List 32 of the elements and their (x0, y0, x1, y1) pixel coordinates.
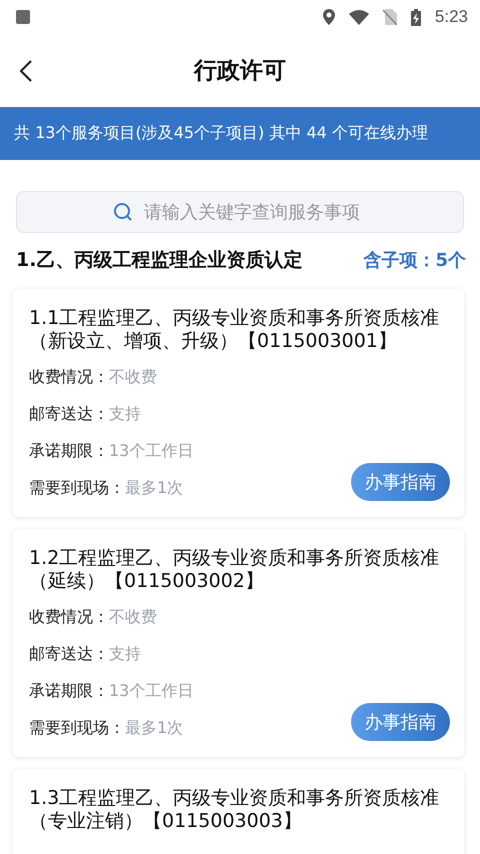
location-icon (322, 9, 335, 25)
field-value: 支持 (109, 404, 141, 425)
field-label: 邮寄送达： (29, 644, 109, 665)
search-field[interactable]: 请输入关键字查询服务事项 (16, 191, 464, 233)
page-title: 行政许可 (194, 57, 286, 86)
field-label: 需要到现场： (29, 478, 125, 499)
field-value: 13个工作日 (109, 441, 194, 462)
field-value: 支持 (109, 644, 141, 665)
app-notification-icon (16, 10, 30, 24)
battery-charging-icon (410, 8, 421, 26)
summary-banner: 共 13个服务项目(涉及45个子项目) 其中 44 个可在线办理 (0, 107, 480, 160)
field-value: 不收费 (109, 607, 157, 628)
field-label: 承诺期限： (29, 441, 109, 462)
guide-button[interactable]: 办事指南 (351, 463, 450, 501)
clock-time: 5:23 (434, 7, 468, 27)
service-title: 1.1工程监理乙、丙级专业资质和事务所资质核准（新设立、增项、升级）【0115003001】 (29, 307, 440, 353)
service-title: 1.3工程监理乙、丙级专业资质和事务所资质核准（专业注销）【0115003003】 (29, 787, 440, 833)
category-title: 1.乙、丙级工程监理企业资质认定 (16, 248, 302, 273)
field-label: 邮寄送达： (29, 404, 109, 425)
guide-button[interactable]: 办事指南 (351, 703, 450, 741)
field-label: 需要到现场： (29, 718, 125, 739)
wifi-icon (348, 10, 369, 24)
field-value: 不收费 (109, 367, 157, 388)
no-sim-icon (382, 9, 397, 25)
field-value: 最多1次 (125, 718, 184, 739)
field-label: 承诺期限： (29, 681, 109, 702)
subitem-count: 含子项：5个 (363, 249, 466, 272)
field-label: 收费情况： (29, 607, 109, 628)
service-title: 1.2工程监理乙、丙级专业资质和事务所资质核准（延续）【0115003002】 (29, 547, 440, 593)
field-label: 收费情况： (29, 367, 109, 388)
field-value: 13个工作日 (109, 681, 194, 702)
field-value: 最多1次 (125, 478, 184, 499)
